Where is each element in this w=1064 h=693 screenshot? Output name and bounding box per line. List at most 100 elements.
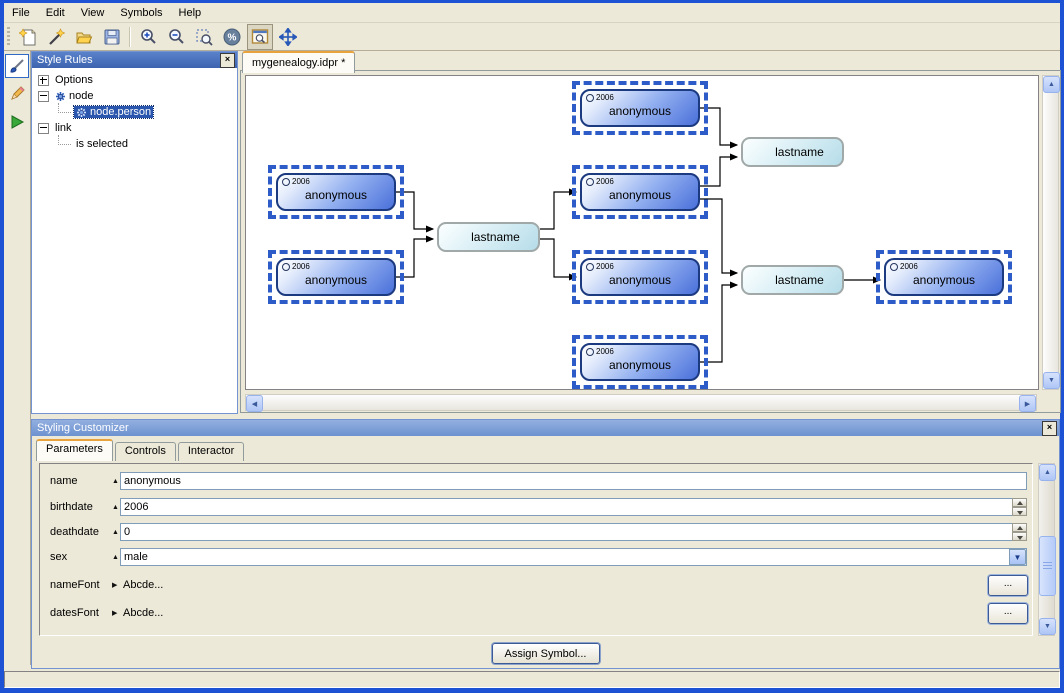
person-status-icon	[586, 348, 594, 356]
sex-combobox[interactable]	[120, 548, 1027, 566]
datesfont-browse-button[interactable]: ...	[988, 603, 1028, 624]
family-node[interactable]: lastname	[741, 137, 844, 167]
name-label: name	[50, 475, 78, 487]
spinner-down-icon[interactable]	[1012, 507, 1027, 516]
expand-icon[interactable]	[38, 75, 49, 86]
edit-pencil-icon[interactable]	[5, 82, 29, 106]
person-node[interactable]: 2006anonymous	[884, 258, 1004, 296]
namefont-label: nameFont	[50, 579, 100, 591]
person-node-wrap: 2006anonymous	[276, 173, 396, 211]
person-status-icon	[586, 263, 594, 271]
customizer-vertical-scrollbar[interactable]: ▲ ▼	[1038, 463, 1055, 636]
style-rules-tree: Options node node.person link is selected	[32, 69, 237, 413]
tree-item-node[interactable]: node	[32, 88, 237, 104]
zoom-percent-icon[interactable]: %	[219, 24, 245, 50]
toolbar-separator	[129, 27, 131, 47]
status-bar	[4, 671, 1060, 688]
style-wand-icon[interactable]	[43, 24, 69, 50]
family-node[interactable]: lastname	[741, 265, 844, 295]
collapse-icon[interactable]	[38, 123, 49, 134]
canvas-vertical-scrollbar[interactable]: ▲ ▼	[1042, 75, 1059, 390]
menu-symbols[interactable]: Symbols	[112, 5, 170, 21]
family-node-label: lastname	[457, 230, 520, 244]
spinner-up-icon[interactable]	[1012, 498, 1027, 507]
menu-view[interactable]: View	[73, 5, 113, 21]
close-icon[interactable]: ×	[1042, 421, 1057, 436]
person-node-wrap: 2006anonymous	[580, 343, 700, 381]
tree-item-label: link	[55, 122, 72, 134]
zoom-in-icon[interactable]	[135, 24, 161, 50]
person-birthdate-badge: 2006	[596, 177, 614, 186]
person-node[interactable]: 2006anonymous	[276, 173, 396, 211]
run-icon[interactable]	[5, 110, 29, 134]
canvas-horizontal-scrollbar[interactable]: ◀ ▶	[245, 394, 1037, 411]
styling-customizer-title: Styling Customizer	[37, 422, 1042, 434]
close-icon[interactable]: ×	[220, 53, 235, 68]
birthdate-label: birthdate	[50, 501, 93, 513]
tree-item-link[interactable]: link	[32, 120, 237, 136]
person-node[interactable]: 2006anonymous	[580, 343, 700, 381]
scroll-right-icon[interactable]: ▶	[1019, 395, 1036, 412]
person-node[interactable]: 2006anonymous	[276, 258, 396, 296]
menu-help[interactable]: Help	[171, 5, 210, 21]
toolbar-grip[interactable]	[7, 27, 10, 47]
pan-icon[interactable]	[275, 24, 301, 50]
assign-symbol-button[interactable]: Assign Symbol...	[492, 643, 600, 664]
scroll-up-icon[interactable]: ▲	[1043, 76, 1060, 93]
save-icon[interactable]	[99, 24, 125, 50]
deathdate-field[interactable]	[120, 523, 1027, 541]
person-node[interactable]: 2006anonymous	[580, 89, 700, 127]
menu-edit[interactable]: Edit	[38, 5, 73, 21]
svg-text:%: %	[228, 32, 237, 43]
tab-label: mygenealogy.idpr *	[252, 57, 345, 69]
birthdate-field[interactable]	[120, 498, 1027, 516]
diagram-canvas-panel: lastnamelastnamelastname2006anonymous200…	[240, 70, 1061, 413]
scrollbar-thumb[interactable]	[1039, 536, 1056, 596]
person-node-label: anonymous	[609, 267, 671, 287]
person-node[interactable]: 2006anonymous	[580, 258, 700, 296]
name-marker-icon[interactable]: ▲	[112, 478, 119, 485]
tree-item-node-person[interactable]: node.person	[32, 104, 237, 120]
birthdate-marker-icon[interactable]: ▲	[112, 504, 119, 511]
style-rules-title: Style Rules	[37, 54, 220, 66]
person-status-icon	[586, 178, 594, 186]
zoom-out-icon[interactable]	[163, 24, 189, 50]
style-brush-icon[interactable]	[5, 54, 29, 78]
tree-item-is-selected[interactable]: is selected	[32, 136, 237, 152]
name-field[interactable]	[120, 472, 1027, 490]
rule-node-icon	[55, 91, 66, 102]
namefont-browse-button[interactable]: ...	[988, 575, 1028, 596]
tree-item-label: node.person	[90, 106, 151, 118]
scroll-down-icon[interactable]: ▼	[1039, 618, 1056, 635]
spinner-down-icon[interactable]	[1012, 532, 1027, 541]
family-node-label: lastname	[761, 145, 824, 159]
menu-file[interactable]: File	[4, 5, 38, 21]
sex-marker-icon[interactable]: ▲	[112, 554, 119, 561]
collapse-icon[interactable]	[38, 91, 49, 102]
datesfont-marker-icon[interactable]: ▶	[112, 609, 117, 617]
tab-parameters[interactable]: Parameters	[36, 439, 113, 461]
tree-item-label: Options	[55, 74, 93, 86]
scroll-up-icon[interactable]: ▲	[1039, 464, 1056, 481]
person-node-wrap: 2006anonymous	[580, 173, 700, 211]
chevron-down-icon[interactable]: ▼	[1009, 549, 1026, 565]
person-node-label: anonymous	[305, 182, 367, 202]
scroll-down-icon[interactable]: ▼	[1043, 372, 1060, 389]
new-document-icon[interactable]	[15, 24, 41, 50]
scroll-left-icon[interactable]: ◀	[246, 395, 263, 412]
open-icon[interactable]	[71, 24, 97, 50]
tab-mygenealogy[interactable]: mygenealogy.idpr *	[242, 51, 355, 73]
namefont-marker-icon[interactable]: ▶	[112, 581, 117, 589]
fit-view-icon[interactable]	[247, 24, 273, 50]
family-node[interactable]: lastname	[437, 222, 540, 252]
person-node[interactable]: 2006anonymous	[580, 173, 700, 211]
tab-controls[interactable]: Controls	[115, 442, 176, 461]
spinner-up-icon[interactable]	[1012, 523, 1027, 532]
diagram-canvas[interactable]: lastnamelastnamelastname2006anonymous200…	[245, 75, 1039, 390]
deathdate-marker-icon[interactable]: ▲	[112, 529, 119, 536]
person-birthdate-badge: 2006	[596, 262, 614, 271]
tree-item-options[interactable]: Options	[32, 72, 237, 88]
zoom-area-icon[interactable]	[191, 24, 217, 50]
tab-interactor[interactable]: Interactor	[178, 442, 244, 461]
person-node-label: anonymous	[609, 352, 671, 372]
